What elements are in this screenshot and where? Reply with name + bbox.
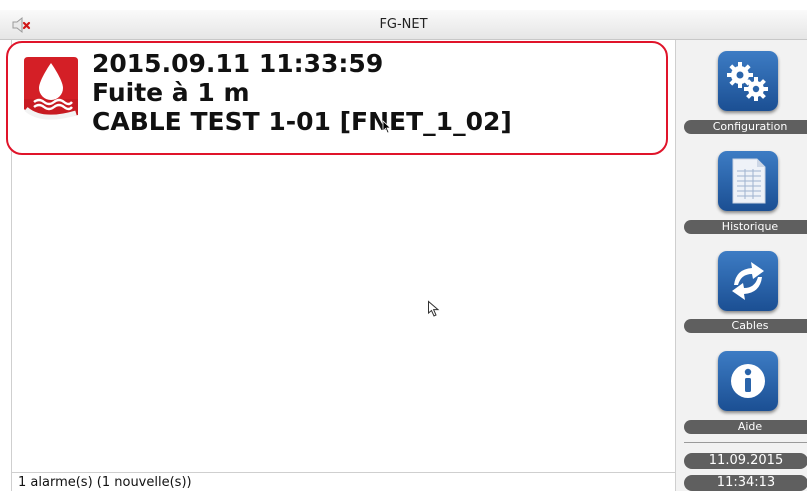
configuration-button[interactable] xyxy=(718,51,778,111)
alarm-source: CABLE TEST 1-01 [FNET_1_02] xyxy=(92,107,512,136)
sidebar-divider xyxy=(684,442,807,443)
gears-icon xyxy=(727,62,768,101)
window-title: FG-NET xyxy=(379,17,428,32)
info-icon xyxy=(731,364,765,398)
current-time: 11:34:13 xyxy=(684,475,807,491)
title-bar: FG-NET xyxy=(0,10,807,40)
text-cursor-icon xyxy=(382,119,392,138)
cables-button[interactable] xyxy=(718,251,778,311)
water-leak-icon xyxy=(20,53,82,127)
document-icon xyxy=(732,158,766,204)
configuration-label[interactable]: Configuration xyxy=(684,120,807,134)
sync-arrows-icon xyxy=(732,262,764,300)
sidebar: Configuration Historique Cables Aide 11.… xyxy=(675,40,807,491)
alarm-datetime: 2015.09.11 11:33:59 xyxy=(92,49,384,78)
aide-button[interactable] xyxy=(718,351,778,411)
alarm-entry[interactable]: 2015.09.11 11:33:59 Fuite à 1 m CABLE TE… xyxy=(6,41,668,155)
status-bar: 1 alarme(s) (1 nouvelle(s)) xyxy=(12,472,675,491)
historique-label[interactable]: Historique xyxy=(684,220,807,234)
aide-label[interactable]: Aide xyxy=(684,420,807,434)
mouse-pointer-icon xyxy=(427,300,443,322)
cables-label[interactable]: Cables xyxy=(684,319,807,333)
alarm-message: Fuite à 1 m xyxy=(92,78,250,107)
historique-button[interactable] xyxy=(718,151,778,211)
current-date: 11.09.2015 xyxy=(684,453,807,469)
